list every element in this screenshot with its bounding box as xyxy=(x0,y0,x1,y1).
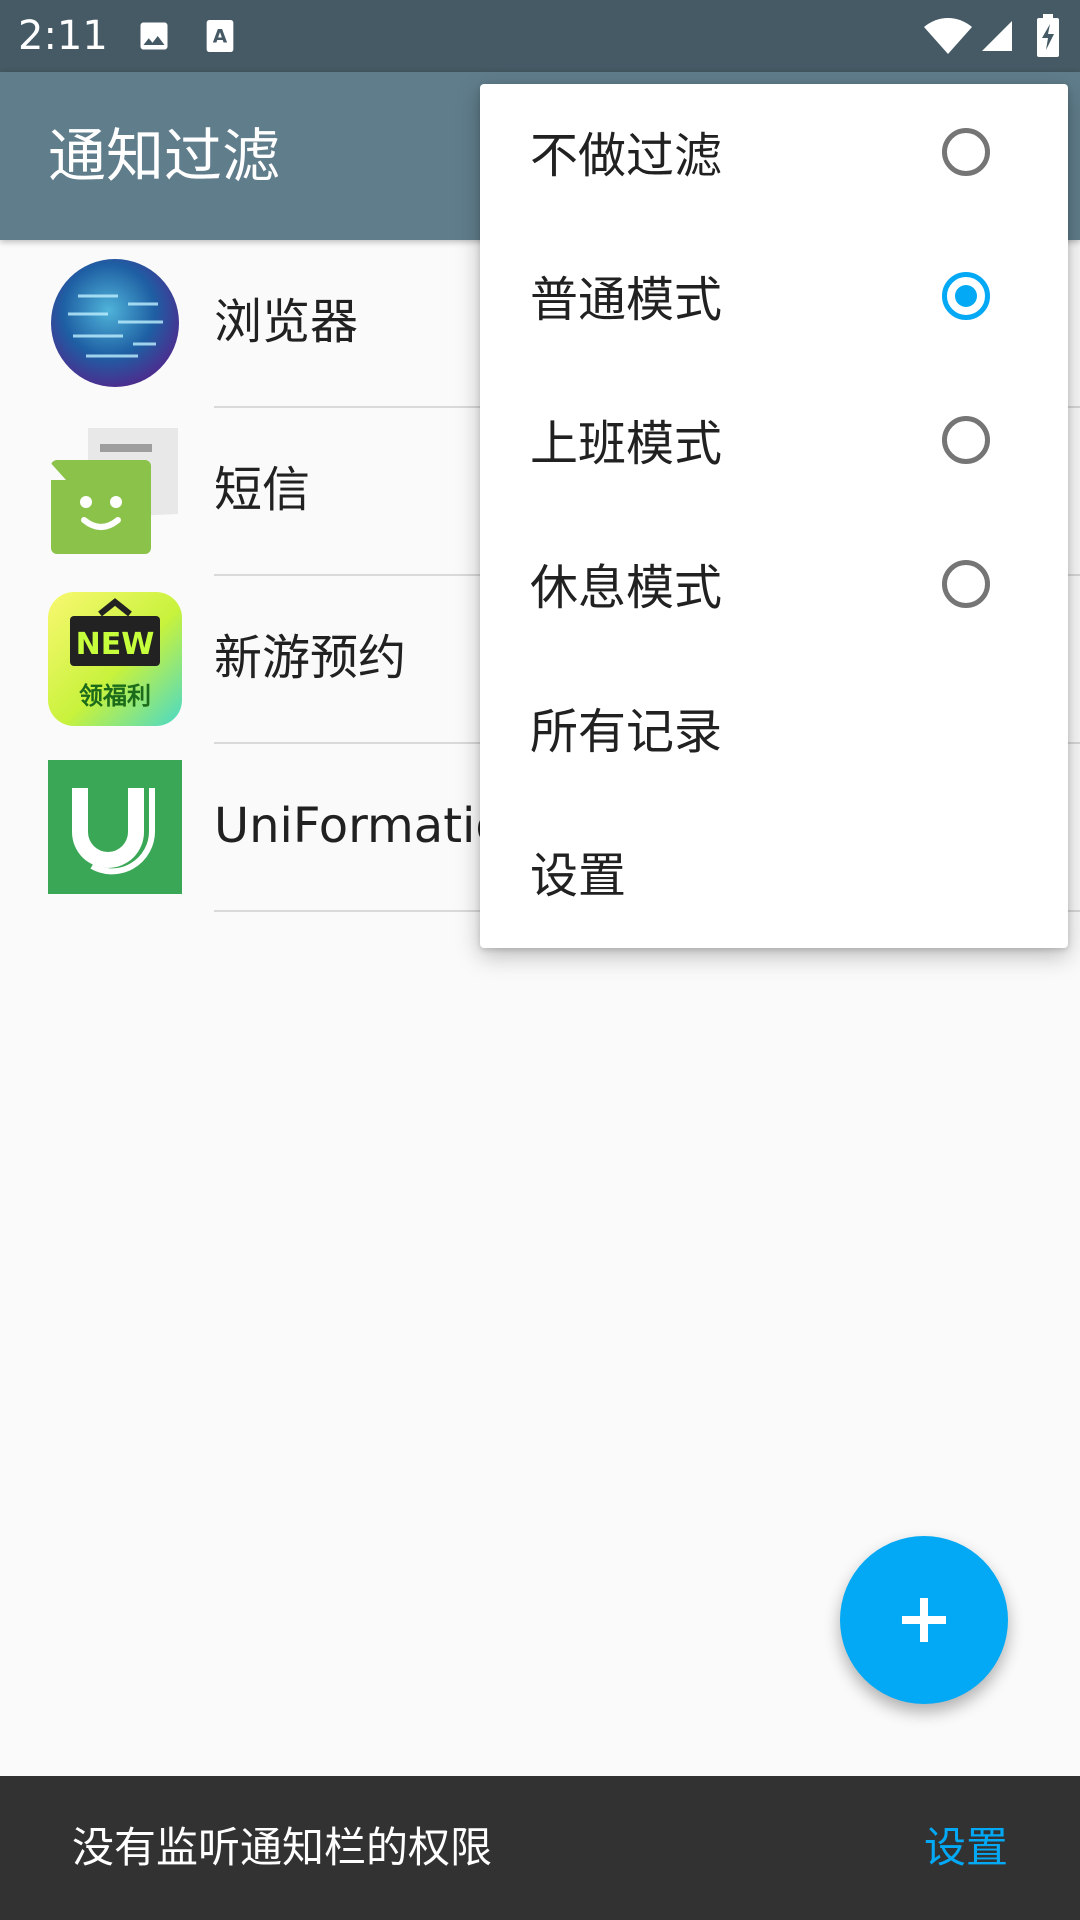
new-badge-subtext: 领福利 xyxy=(79,682,151,710)
snackbar: 没有监听通知栏的权限 设置 xyxy=(0,1776,1080,1920)
svg-text:A: A xyxy=(213,27,228,48)
menu-item-work-mode[interactable]: 上班模式 xyxy=(480,372,1068,516)
radio-button[interactable] xyxy=(942,128,990,176)
battery-charging-icon xyxy=(1037,14,1059,57)
globe-browser-icon xyxy=(51,259,179,387)
menu-item-normal-mode[interactable]: 普通模式 xyxy=(480,228,1068,372)
uniformation-icon xyxy=(48,760,182,894)
menu-item-label: 设置 xyxy=(530,848,627,904)
radio-button[interactable] xyxy=(942,560,990,608)
status-bar: 2:11 A xyxy=(0,0,1080,72)
menu-item-label: 休息模式 xyxy=(530,560,723,616)
sms-message-icon xyxy=(48,428,178,554)
menu-item-all-records[interactable]: 所有记录 xyxy=(480,660,1068,804)
menu-item-no-filter[interactable]: 不做过滤 xyxy=(480,84,1068,228)
wifi-icon xyxy=(924,18,972,54)
page-title: 通知过滤 xyxy=(48,122,281,190)
menu-item-settings[interactable]: 设置 xyxy=(480,804,1068,948)
menu-item-rest-mode[interactable]: 休息模式 xyxy=(480,516,1068,660)
plus-icon xyxy=(902,1598,946,1642)
snackbar-settings-button[interactable]: 设置 xyxy=(924,1816,1008,1880)
image-icon xyxy=(140,22,168,50)
status-time: 2:11 xyxy=(18,13,108,59)
signal-icon xyxy=(982,21,1012,51)
overflow-menu: 不做过滤 普通模式 上班模式 休息模式 所有记录 设置 xyxy=(480,84,1068,948)
new-badge-text: NEW xyxy=(76,627,155,662)
radio-button[interactable] xyxy=(942,416,990,464)
accessibility-a-icon: A xyxy=(206,20,234,52)
snackbar-message: 没有监听通知栏的权限 xyxy=(72,1823,493,1872)
add-button[interactable] xyxy=(840,1536,1008,1704)
new-game-icon: NEW 领福利 xyxy=(48,592,182,726)
app-label: 浏览器 xyxy=(214,294,359,350)
menu-item-label: 普通模式 xyxy=(530,272,723,328)
app-label: 短信 xyxy=(214,462,311,518)
app-label: 新游预约 xyxy=(214,630,407,686)
radio-button-checked[interactable] xyxy=(942,272,990,320)
menu-item-label: 上班模式 xyxy=(530,416,723,472)
menu-item-label: 所有记录 xyxy=(530,704,723,760)
menu-item-label: 不做过滤 xyxy=(530,128,723,184)
